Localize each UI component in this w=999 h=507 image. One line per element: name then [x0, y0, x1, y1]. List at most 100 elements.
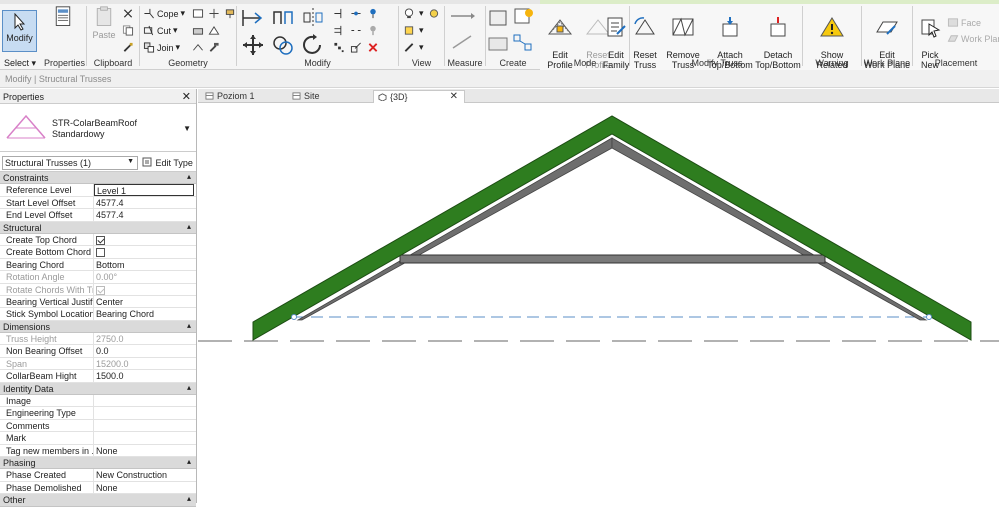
- create-assembly-icon[interactable]: [488, 7, 510, 29]
- property-value-text: Center: [96, 296, 124, 307]
- property-value[interactable]: Level 1: [94, 184, 194, 196]
- type-selector[interactable]: STR-ColarBeamRoof Standardowy ▼: [0, 104, 196, 152]
- group-header-identity-data[interactable]: Identity Data ▴: [0, 382, 196, 396]
- offset-icon[interactable]: [271, 6, 295, 28]
- chevron-down-icon[interactable]: ▼: [183, 124, 191, 133]
- group-header-structural[interactable]: Structural ▴: [0, 221, 196, 234]
- group-header-phasing[interactable]: Phasing ▴: [0, 456, 196, 470]
- collapse-icon[interactable]: ▴: [187, 383, 191, 392]
- dropdown-arrow-icon[interactable]: ▾: [419, 8, 424, 19]
- scissors-icon[interactable]: [122, 8, 134, 19]
- delete-icon[interactable]: [367, 42, 379, 53]
- property-value: [94, 284, 196, 295]
- remove-truss-family-button[interactable]: Remove Truss Family: [659, 6, 707, 80]
- split-gap-icon[interactable]: [350, 25, 362, 36]
- lightbulb-icon[interactable]: [403, 8, 415, 19]
- select-dropdown[interactable]: Select ▾: [4, 58, 36, 69]
- scale-icon[interactable]: [350, 42, 362, 53]
- property-value[interactable]: [94, 246, 196, 258]
- 3d-view-canvas[interactable]: [198, 104, 999, 503]
- property-value[interactable]: None: [94, 445, 196, 456]
- trim-extend-icon[interactable]: [333, 8, 345, 19]
- unjoin-icon[interactable]: [192, 25, 204, 36]
- property-value[interactable]: 0.0: [94, 345, 196, 356]
- dimension-icon[interactable]: [449, 34, 479, 50]
- instance-filter-dropdown[interactable]: Structural Trusses (1) ▼: [2, 156, 138, 170]
- cope-button[interactable]: Cope ▾: [143, 8, 185, 19]
- end-endpoint-grip[interactable]: [926, 314, 932, 320]
- collapse-icon[interactable]: ▴: [187, 222, 191, 231]
- pin-icon[interactable]: [367, 8, 379, 19]
- mirror-axis-icon[interactable]: [301, 6, 325, 28]
- collapse-icon[interactable]: ▴: [187, 172, 191, 181]
- measure-icon[interactable]: [449, 10, 479, 22]
- checkbox[interactable]: [96, 235, 105, 245]
- align-icon[interactable]: [241, 6, 265, 28]
- property-value[interactable]: Bottom: [94, 259, 196, 270]
- beam-join-icon[interactable]: [192, 42, 204, 53]
- cut-button[interactable]: Cut ▾: [143, 25, 178, 36]
- split-element-icon[interactable]: [350, 8, 362, 19]
- property-value[interactable]: 4577.4: [94, 209, 196, 220]
- match-type-icon[interactable]: [122, 42, 134, 53]
- view-tab-label: Site: [304, 91, 320, 101]
- property-value: 15200.0: [94, 358, 196, 369]
- property-value[interactable]: Bearing Chord: [94, 308, 196, 319]
- wall-joins-icon[interactable]: [208, 8, 220, 19]
- edit-type-button[interactable]: Edit Type: [142, 156, 194, 170]
- property-value[interactable]: [94, 432, 196, 443]
- hide-element-icon[interactable]: [403, 25, 415, 36]
- paint-icon[interactable]: [224, 8, 236, 19]
- property-value[interactable]: [94, 395, 196, 406]
- face-option[interactable]: Face: [947, 17, 981, 28]
- modify-button[interactable]: Modify: [2, 10, 37, 52]
- property-value[interactable]: None: [94, 482, 196, 493]
- trim-multiple-icon[interactable]: [333, 25, 345, 36]
- property-value[interactable]: 1500.0: [94, 370, 196, 381]
- property-label: Start Level Offset: [0, 196, 94, 209]
- property-label: Mark: [0, 432, 94, 444]
- paste-button[interactable]: Paste: [91, 6, 117, 40]
- rotate-icon[interactable]: [301, 34, 325, 56]
- property-value[interactable]: Center: [94, 296, 196, 307]
- checkbox[interactable]: [96, 248, 105, 258]
- property-value-text: 15200.0: [96, 358, 129, 369]
- property-value[interactable]: [94, 234, 196, 245]
- view-tab[interactable]: {3D} ✕: [373, 90, 465, 103]
- show-related-warnings-button[interactable]: Show Related Warnings: [804, 6, 860, 80]
- close-icon[interactable]: ✕: [182, 90, 191, 103]
- collapse-icon[interactable]: ▴: [187, 457, 191, 466]
- linework-icon[interactable]: [403, 42, 415, 53]
- array-icon[interactable]: [333, 42, 345, 53]
- property-value[interactable]: New Construction: [94, 469, 196, 480]
- property-value[interactable]: 4577.4: [94, 197, 196, 208]
- copy-element-icon[interactable]: [271, 34, 295, 56]
- view-options-icon[interactable]: [428, 8, 440, 19]
- view-tab[interactable]: Site: [288, 90, 372, 103]
- create-similar-icon[interactable]: [513, 34, 535, 52]
- view-tab[interactable]: Poziom 1: [201, 90, 287, 103]
- group-header-constraints[interactable]: Constraints ▴: [0, 172, 196, 185]
- demolish-icon[interactable]: [208, 25, 220, 36]
- group-header-other[interactable]: Other ▴: [0, 494, 196, 507]
- join-button[interactable]: Join ▾: [143, 42, 180, 53]
- properties-button[interactable]: Properties: [44, 6, 85, 68]
- collapse-icon[interactable]: ▴: [187, 321, 191, 330]
- work-plane-option[interactable]: Work Plane: [947, 33, 999, 44]
- dropdown-arrow-icon[interactable]: ▾: [419, 25, 424, 36]
- hammer-icon[interactable]: [208, 42, 220, 53]
- collapse-icon[interactable]: ▴: [187, 494, 191, 503]
- create-parts-icon[interactable]: [513, 7, 535, 29]
- start-endpoint-grip[interactable]: [291, 314, 297, 320]
- unpin-icon[interactable]: [367, 25, 379, 36]
- reset-truss-button[interactable]: Reset Truss: [628, 6, 662, 70]
- dropdown-arrow-icon[interactable]: ▾: [419, 42, 424, 53]
- create-group-icon[interactable]: [488, 34, 510, 52]
- split-face-icon[interactable]: [192, 8, 204, 19]
- move-icon[interactable]: [241, 34, 265, 56]
- copy-icon[interactable]: [122, 25, 134, 36]
- property-value[interactable]: [94, 407, 196, 418]
- group-header-dimensions[interactable]: Dimensions ▴: [0, 320, 196, 334]
- close-icon[interactable]: ✕: [450, 91, 458, 102]
- property-value[interactable]: [94, 420, 196, 431]
